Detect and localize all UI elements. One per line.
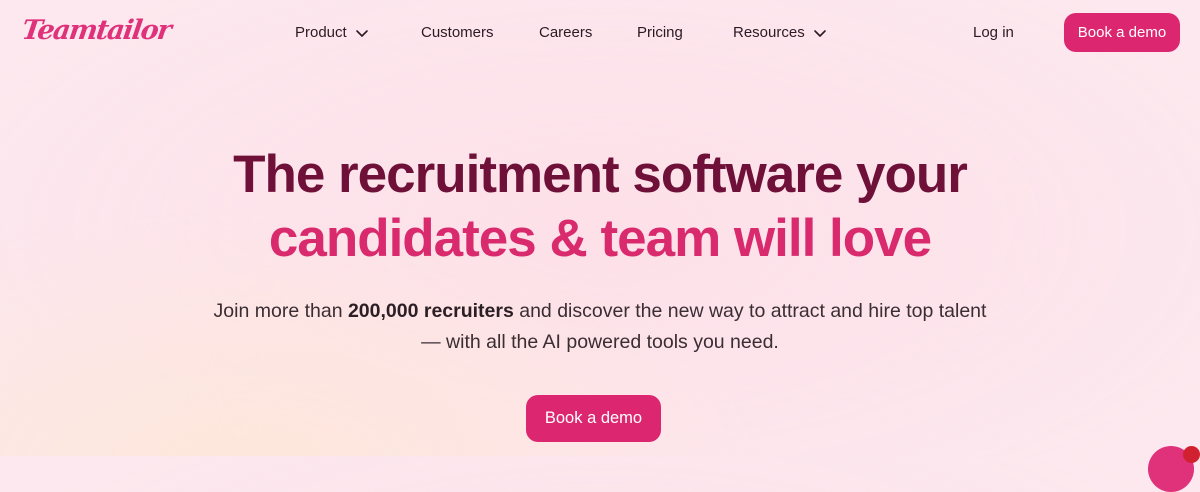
hero-subtitle-suffix: and discover the new way to attract and … <box>513 300 987 322</box>
nav-product[interactable]: Product <box>295 23 369 43</box>
book-demo-header-button[interactable]: Book a demo <box>1064 13 1180 52</box>
hero-title-line-2: candidates & team will love <box>268 209 932 268</box>
nav-resources[interactable]: Resources <box>733 23 827 43</box>
chevron-down-icon <box>355 26 369 40</box>
nav-customers-label: Customers <box>421 24 494 41</box>
nav-careers[interactable]: Careers <box>539 23 592 43</box>
nav-careers-label: Careers <box>539 24 593 41</box>
chat-notification-badge <box>1183 446 1200 463</box>
nav-customers[interactable]: Customers <box>421 23 494 43</box>
nav-pricing-label: Pricing <box>637 24 683 41</box>
login-label: Log in <box>973 24 1014 41</box>
hero-subtitle: Join more than 200,000 recruiters and di… <box>150 296 1050 358</box>
book-demo-hero-button[interactable]: Book a demo <box>526 395 661 442</box>
teamtailor-logo[interactable]: Teamtailor <box>20 14 173 48</box>
login-link[interactable]: Log in <box>973 23 1014 43</box>
chevron-down-icon <box>813 26 827 40</box>
site-header: Teamtailor Product Customers Careers Pri… <box>0 0 1200 66</box>
hero-subtitle-prefix: Join more than <box>213 300 348 322</box>
hero-title: The recruitment software your candidates… <box>0 143 1200 271</box>
hero-subtitle-line-2: — with all the AI powered tools you need… <box>421 331 779 353</box>
hero-subtitle-highlight: 200,000 recruiters <box>347 300 514 322</box>
nav-product-label: Product <box>295 24 347 41</box>
nav-resources-label: Resources <box>733 24 805 41</box>
hero-title-line-1: The recruitment software your <box>233 145 968 204</box>
nav-pricing[interactable]: Pricing <box>637 23 683 43</box>
